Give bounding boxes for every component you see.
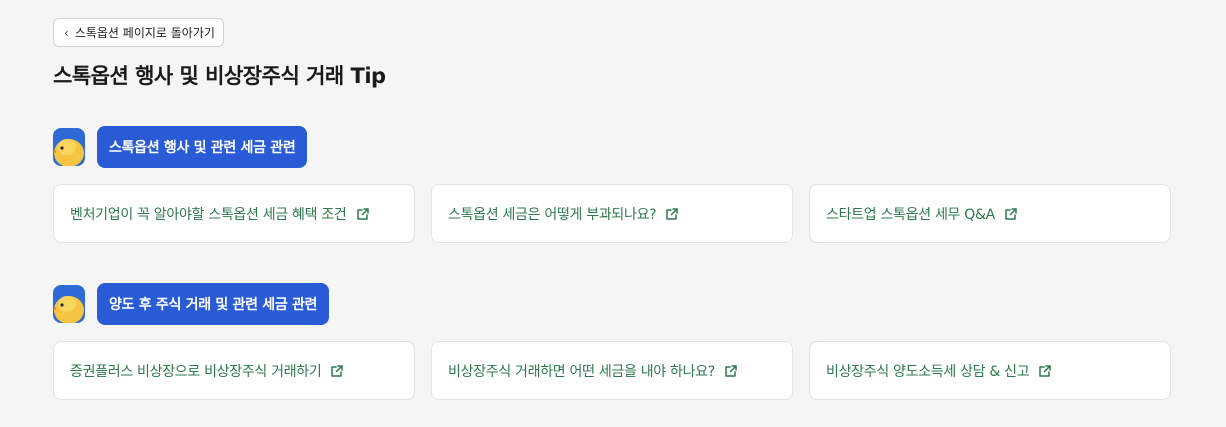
link-card-row-2: 증권플러스 비상장으로 비상장주식 거래하기 비상장주식 거래하면 어떤 세금을… [53, 341, 1171, 400]
link-card-label: 스톡옵션 세금은 어떻게 부과되나요? [448, 206, 657, 223]
link-card-label: 벤처기업이 꼭 알아야할 스톡옵션 세금 혜택 조건 [70, 206, 347, 223]
link-card[interactable]: 비상장주식 거래하면 어떤 세금을 내야 하나요? [431, 341, 793, 400]
chick-avatar-icon [53, 128, 85, 166]
link-card-label: 비상장주식 양도소득세 상담 & 신고 [826, 363, 1030, 380]
section-title: 스톡옵션 행사 및 관련 세금 관련 [97, 126, 308, 168]
section-title: 양도 후 주식 거래 및 관련 세금 관련 [97, 283, 330, 325]
link-card-row-1: 벤처기업이 꼭 알아야할 스톡옵션 세금 혜택 조건 스톡옵션 세금은 어떻게 … [53, 184, 1171, 243]
external-link-icon [330, 364, 344, 378]
section-header-1: 스톡옵션 행사 및 관련 세금 관련 [53, 126, 308, 168]
link-card-label: 스타트업 스톡옵션 세무 Q&A [826, 206, 995, 223]
link-card[interactable]: 스톡옵션 세금은 어떻게 부과되나요? [431, 184, 793, 243]
chick-avatar-icon [53, 285, 85, 323]
link-card-label: 비상장주식 거래하면 어떤 세금을 내야 하나요? [448, 363, 715, 380]
external-link-icon [1038, 364, 1052, 378]
page-title: 스톡옵션 행사 및 비상장주식 거래 Tip [53, 64, 386, 88]
back-button-label: 스톡옵션 페이지로 돌아가기 [74, 26, 215, 40]
link-card[interactable]: 스타트업 스톡옵션 세무 Q&A [809, 184, 1171, 243]
external-link-icon [1004, 207, 1018, 221]
external-link-icon [724, 364, 738, 378]
link-card-label: 증권플러스 비상장으로 비상장주식 거래하기 [70, 363, 322, 380]
link-card[interactable]: 비상장주식 양도소득세 상담 & 신고 [809, 341, 1171, 400]
link-card[interactable]: 증권플러스 비상장으로 비상장주식 거래하기 [53, 341, 415, 400]
back-button[interactable]: ‹ 스톡옵션 페이지로 돌아가기 [53, 18, 224, 47]
external-link-icon [665, 207, 679, 221]
chevron-left-icon: ‹ [64, 25, 69, 40]
external-link-icon [356, 207, 370, 221]
section-header-2: 양도 후 주식 거래 및 관련 세금 관련 [53, 283, 330, 325]
link-card[interactable]: 벤처기업이 꼭 알아야할 스톡옵션 세금 혜택 조건 [53, 184, 415, 243]
